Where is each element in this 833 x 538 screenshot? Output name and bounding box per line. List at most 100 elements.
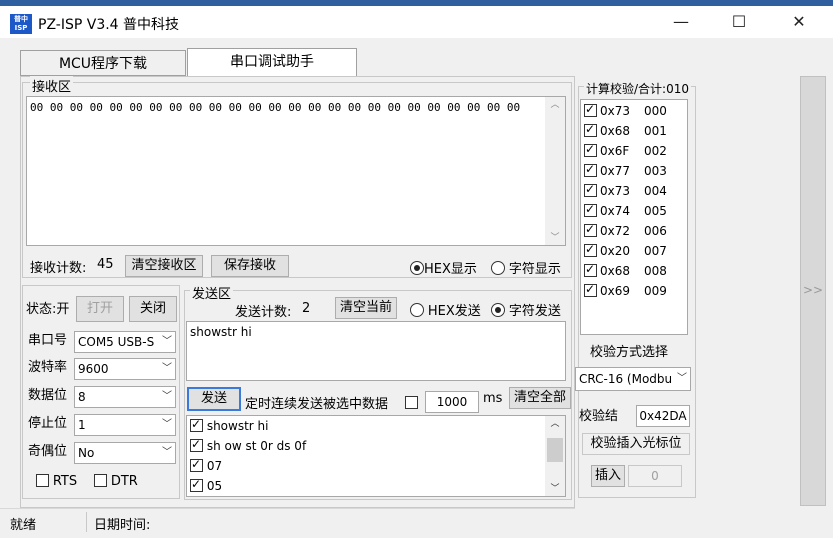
hex-send-radio-dot[interactable] (410, 303, 424, 317)
send-history-item[interactable]: showstr hi (190, 417, 269, 439)
checksum-row-checkbox[interactable] (584, 262, 597, 277)
checksum-row[interactable]: 0x69 009 (584, 282, 667, 304)
send-history-checkbox[interactable] (190, 457, 203, 472)
chevron-down-icon: ﹀ (162, 336, 172, 347)
receive-scrollbar[interactable]: ︿ ﹀ (545, 97, 565, 245)
port-label: 串口号 (28, 333, 68, 348)
checksum-method-select[interactable]: CRC-16 (Modbu ﹀ (575, 367, 691, 391)
parity-select[interactable]: No ﹀ (74, 442, 176, 464)
timer-send-label: 定时连续发送被选中数据 (245, 397, 389, 412)
rts-checkbox[interactable]: RTS (36, 474, 77, 489)
scroll-up-icon[interactable]: ︿ (545, 416, 565, 429)
checksum-row-hex: 0x69 (600, 284, 631, 298)
stopbits-label: 停止位 (28, 416, 68, 431)
dtr-checkbox[interactable]: DTR (94, 474, 138, 489)
scroll-thumb[interactable] (547, 438, 563, 462)
interval-input[interactable]: 1000 (425, 391, 479, 413)
checksum-row[interactable]: 0x73 004 (584, 182, 667, 204)
insert-button[interactable]: 插入 (591, 465, 625, 487)
checksum-row-checkbox[interactable] (584, 222, 597, 237)
status-bar: 就绪 日期时间: (0, 508, 575, 534)
send-text: showstr hi (190, 325, 252, 339)
checksum-result-field[interactable]: 0x42DA (636, 405, 690, 427)
clear-receive-button[interactable]: 清空接收区 (125, 255, 203, 277)
checksum-row-checkbox[interactable] (584, 162, 597, 177)
send-count-value: 2 (302, 301, 311, 316)
databits-select[interactable]: 8 ﹀ (74, 386, 176, 408)
hex-send-radio[interactable]: HEX发送 (410, 300, 481, 319)
checksum-row-checkbox[interactable] (584, 122, 597, 137)
checksum-row[interactable]: 0x68 008 (584, 262, 667, 284)
scroll-up-icon[interactable]: ︿ (545, 97, 565, 110)
save-receive-button[interactable]: 保存接收 (211, 255, 289, 277)
receive-textarea[interactable] (26, 96, 566, 246)
scroll-down-icon[interactable]: ﹀ (545, 481, 565, 494)
clear-all-button[interactable]: 清空全部 (509, 387, 571, 409)
char-display-radio-dot[interactable] (491, 261, 505, 275)
tab-serial-assistant[interactable]: 串口调试助手 (187, 48, 357, 76)
checksum-row[interactable]: 0x74 005 (584, 202, 667, 224)
insert-position-field[interactable]: 0 (628, 465, 682, 487)
parity-label: 奇偶位 (28, 444, 68, 459)
checksum-row[interactable]: 0x73 000 (584, 102, 667, 124)
rts-label: RTS (52, 474, 78, 489)
expand-panel[interactable]: >> (800, 76, 826, 506)
hex-display-radio-dot[interactable] (410, 261, 424, 275)
status-divider (86, 512, 87, 532)
checksum-row[interactable]: 0x72 006 (584, 222, 667, 244)
checksum-method-value: CRC-16 (Modbu (579, 372, 673, 386)
checksum-row-index: 006 (644, 224, 667, 238)
checksum-row-checkbox[interactable] (584, 242, 597, 257)
maximize-button[interactable]: ☐ (722, 10, 756, 34)
close-button[interactable]: ✕ (782, 10, 816, 34)
checksum-row-checkbox[interactable] (584, 202, 597, 217)
status-datetime-label: 日期时间: (94, 518, 151, 533)
send-history-scrollbar[interactable]: ︿ ﹀ (545, 416, 565, 496)
send-history-item[interactable]: 05 (190, 477, 222, 499)
checksum-row-checkbox[interactable] (584, 182, 597, 197)
send-history-item[interactable]: 07 (190, 457, 222, 479)
checksum-row-index: 008 (644, 264, 667, 278)
stopbits-select[interactable]: 1 ﹀ (74, 414, 176, 436)
char-display-label: 字符显示 (508, 262, 561, 277)
send-button[interactable]: 发送 (187, 387, 241, 411)
checksum-row-hex: 0x73 (600, 184, 631, 198)
minimize-button[interactable]: — (664, 10, 698, 34)
send-textarea[interactable]: showstr hi (186, 321, 566, 381)
port-value: COM5 USB-S (78, 335, 155, 349)
timer-send-checkbox[interactable] (405, 396, 418, 409)
send-history-checkbox[interactable] (190, 417, 203, 432)
rts-checkbox-box[interactable] (36, 474, 49, 487)
char-send-radio-dot[interactable] (491, 303, 505, 317)
send-history-item[interactable]: sh ow st 0r ds 0f (190, 437, 306, 459)
scroll-down-icon[interactable]: ﹀ (545, 230, 565, 243)
checksum-row-checkbox[interactable] (584, 142, 597, 157)
checksum-row-index: 007 (644, 244, 667, 258)
checksum-row[interactable]: 0x6F 002 (584, 142, 667, 164)
app-icon: 普中ISP (10, 14, 32, 34)
hex-display-radio[interactable]: HEX显示 (410, 258, 477, 277)
char-display-radio[interactable]: 字符显示 (491, 258, 571, 277)
port-select[interactable]: COM5 USB-S ﹀ (74, 331, 176, 353)
baud-select[interactable]: 9600 ﹀ (74, 358, 176, 380)
tab-mcu-download[interactable]: MCU程序下载 (20, 50, 186, 76)
expand-icon[interactable]: >> (801, 283, 825, 297)
dtr-label: DTR (110, 474, 138, 489)
clear-current-button[interactable]: 清空当前 (335, 297, 397, 319)
dtr-checkbox-box[interactable] (94, 474, 107, 487)
checksum-row-checkbox[interactable] (584, 102, 597, 117)
checksum-row[interactable]: 0x77 003 (584, 162, 667, 184)
send-history-checkbox[interactable] (190, 437, 203, 452)
checksum-row-hex: 0x74 (600, 204, 631, 218)
checksum-row[interactable]: 0x20 007 (584, 242, 667, 264)
insert-position-value: 0 (651, 469, 659, 483)
close-port-button[interactable]: 关闭 (129, 296, 177, 322)
checksum-row[interactable]: 0x68 001 (584, 122, 667, 144)
char-send-radio[interactable]: 字符发送 (491, 300, 571, 319)
receive-count-value: 45 (97, 257, 114, 272)
send-history-checkbox[interactable] (190, 477, 203, 492)
checksum-row-hex: 0x73 (600, 104, 631, 118)
checksum-row-checkbox[interactable] (584, 282, 597, 297)
open-port-button[interactable]: 打开 (76, 296, 124, 322)
checksum-row-index: 003 (644, 164, 667, 178)
